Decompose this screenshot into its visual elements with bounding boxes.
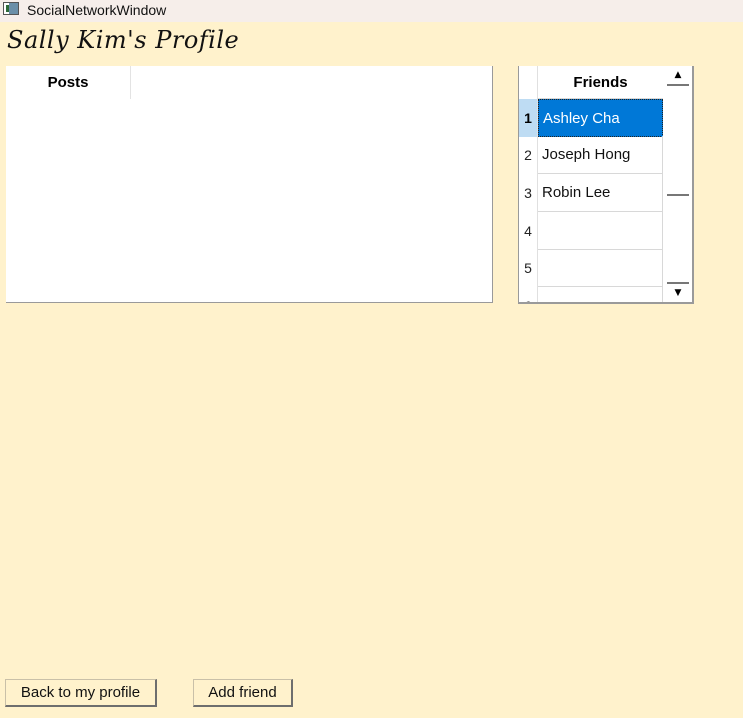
- friend-cell-2[interactable]: Joseph Hong: [538, 136, 663, 174]
- row-header-6[interactable]: 6: [519, 287, 538, 302]
- friends-table-corner: [519, 66, 538, 99]
- friend-row-5[interactable]: 5: [519, 249, 663, 287]
- row-header-3[interactable]: 3: [519, 174, 538, 212]
- friend-cell-6[interactable]: [538, 287, 663, 302]
- window-app-icon: [3, 2, 19, 15]
- friend-row-2[interactable]: 2 Joseph Hong: [519, 136, 663, 174]
- triangle-up-icon[interactable]: ▲: [667, 66, 689, 86]
- friend-row-3[interactable]: 3 Robin Lee: [519, 174, 663, 212]
- triangle-down-icon[interactable]: ▼: [667, 282, 689, 302]
- friend-row-4[interactable]: 4: [519, 212, 663, 250]
- back-to-my-profile-button[interactable]: Back to my profile: [5, 679, 157, 707]
- scroll-thumb[interactable]: [667, 86, 689, 196]
- friends-table[interactable]: Friends 1 Ashley Cha 2 Joseph Hong 3 Rob…: [518, 66, 694, 304]
- friend-cell-3[interactable]: Robin Lee: [538, 174, 663, 212]
- friend-cell-1[interactable]: Ashley Cha: [538, 99, 663, 137]
- row-header-1[interactable]: 1: [519, 99, 538, 137]
- title-bar: SocialNetworkWindow: [0, 0, 743, 22]
- friend-cell-5[interactable]: [538, 249, 663, 287]
- profile-title: Sally Kim's Profile: [7, 26, 240, 54]
- friends-scrollbar[interactable]: ▲ ▼: [663, 66, 692, 302]
- window-title: SocialNetworkWindow: [27, 2, 167, 18]
- posts-column-header[interactable]: Posts: [6, 66, 131, 99]
- friend-row-6[interactable]: 6: [519, 287, 663, 302]
- friends-column-header[interactable]: Friends: [538, 66, 663, 99]
- friend-row-1[interactable]: 1 Ashley Cha: [519, 99, 663, 137]
- row-header-4[interactable]: 4: [519, 212, 538, 250]
- add-friend-button[interactable]: Add friend: [193, 679, 293, 707]
- row-header-5[interactable]: 5: [519, 249, 538, 287]
- row-header-2[interactable]: 2: [519, 136, 538, 174]
- posts-table[interactable]: Posts: [6, 66, 493, 303]
- friend-cell-4[interactable]: [538, 212, 663, 250]
